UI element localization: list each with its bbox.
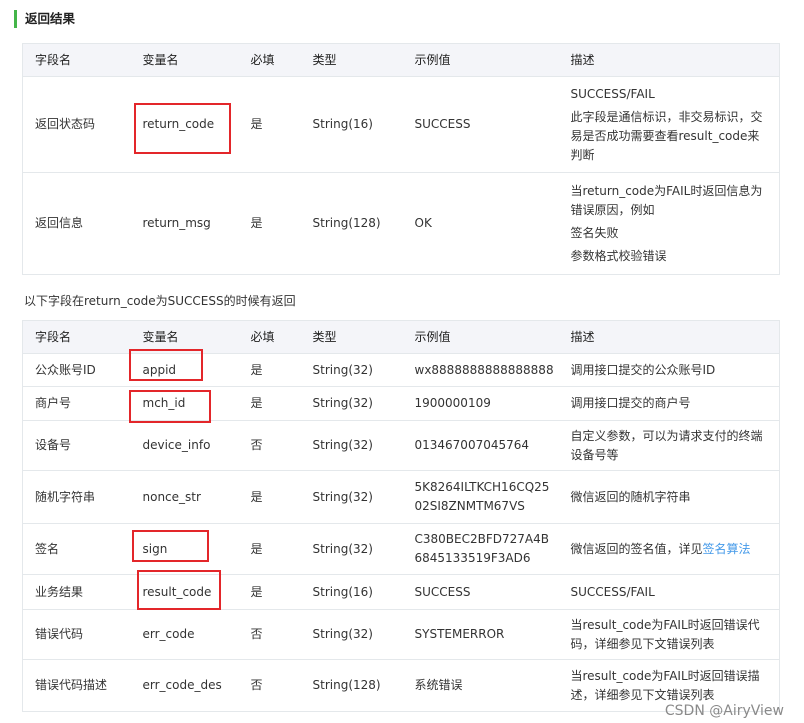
cell-required: 否 [238,420,301,471]
header-var: 变量名 [130,320,239,354]
cell-var: nonce_str [130,470,239,524]
cell-var: mch_id [130,386,239,421]
cell-example: SUCCESS [402,76,559,173]
table-row: 随机字符串 nonce_str 是 String(32) 5K8264ILTKC… [22,470,780,524]
cell-field: 业务结果 [22,574,131,610]
sign-algorithm-link[interactable]: 签名算法 [703,542,751,556]
cell-desc: SUCCESS/FAIL [558,574,780,610]
cell-field: 返回状态码 [22,76,131,173]
table-header-row: 字段名 变量名 必填 类型 示例值 描述 [22,320,780,354]
cell-desc: 当return_code为FAIL时返回信息为错误原因，例如 签名失败 参数格式… [558,172,780,275]
cell-required: 是 [238,353,301,387]
cell-type: String(128) [300,172,403,275]
desc-line: 此字段是通信标识，非交易标识，交易是否成功需要查看result_code来判断 [570,109,763,162]
cell-desc: 微信返回的随机字符串 [558,470,780,524]
header-field: 字段名 [22,320,131,354]
header-desc: 描述 [558,43,780,77]
cell-var: sign [130,523,239,575]
table-row: 错误代码 err_code 否 String(32) SYSTEMERROR 当… [22,609,780,660]
desc-line: 当return_code为FAIL时返回信息为错误原因，例如 [570,183,763,217]
cell-desc: 调用接口提交的公众账号ID [558,353,780,387]
cell-desc: 当result_code为FAIL时返回错误代码，详细参见下文错误列表 [558,609,780,660]
cell-var: device_info [130,420,239,471]
cell-example: OK [402,172,559,275]
cell-required: 是 [238,470,301,524]
table-row: 返回信息 return_msg 是 String(128) OK 当return… [22,172,780,275]
table-row: 设备号 device_info 否 String(32) 01346700704… [22,420,780,471]
cell-field: 设备号 [22,420,131,471]
cell-example: 系统错误 [402,659,559,712]
desc-text: 微信返回的签名值，详见 [570,541,703,556]
table-header-row: 字段名 变量名 必填 类型 示例值 描述 [22,43,780,77]
cell-required: 是 [238,386,301,421]
cell-example: C380BEC2BFD727A4B6845133519F3AD6 [402,523,559,575]
cell-type: String(128) [300,659,403,712]
header-required: 必填 [238,43,301,77]
cell-var: return_code [130,76,239,173]
header-required: 必填 [238,320,301,354]
cell-type: String(16) [300,76,403,173]
cell-required: 是 [238,76,301,173]
cell-example: 1900000109 [402,386,559,421]
table-row: 返回状态码 return_code 是 String(16) SUCCESS S… [22,76,780,173]
desc-line: 参数格式校验错误 [570,248,667,263]
cell-desc: SUCCESS/FAIL 此字段是通信标识，非交易标识，交易是否成功需要查看re… [558,76,780,173]
cell-required: 是 [238,172,301,275]
header-example: 示例值 [402,43,559,77]
return-result-table: 字段名 变量名 必填 类型 示例值 描述 返回状态码 return_code 是… [22,43,780,275]
header-type: 类型 [300,43,403,77]
cell-example: 5K8264ILTKCH16CQ2502SI8ZNMTM67VS [402,470,559,524]
cell-type: String(32) [300,420,403,471]
cell-field: 错误代码描述 [22,659,131,712]
cell-var: result_code [130,574,239,610]
header-field: 字段名 [22,43,131,77]
cell-field: 公众账号ID [22,353,131,387]
cell-var: return_msg [130,172,239,275]
cell-desc: 调用接口提交的商户号 [558,386,780,421]
table-row: 业务结果 result_code 是 String(16) SUCCESS SU… [22,574,780,610]
cell-example: SUCCESS [402,574,559,610]
desc-line: 签名失败 [570,225,619,240]
cell-type: String(16) [300,574,403,610]
header-type: 类型 [300,320,403,354]
success-fields-table: 字段名 变量名 必填 类型 示例值 描述 公众账号ID appid 是 Stri… [22,320,780,712]
cell-field: 签名 [22,523,131,575]
cell-var: appid [130,353,239,387]
cell-desc: 微信返回的签名值，详见签名算法 [558,523,780,575]
cell-required: 是 [238,523,301,575]
cell-type: String(32) [300,523,403,575]
cell-desc: 自定义参数，可以为请求支付的终端设备号等 [558,420,780,471]
table-row: 商户号 mch_id 是 String(32) 1900000109 调用接口提… [22,386,780,421]
cell-required: 否 [238,659,301,712]
table-row: 签名 sign 是 String(32) C380BEC2BFD727A4B68… [22,523,780,575]
section-title: 返回结果 [14,10,75,28]
table-row: 公众账号ID appid 是 String(32) wx888888888888… [22,353,780,387]
header-var: 变量名 [130,43,239,77]
cell-field: 随机字符串 [22,470,131,524]
desc-line: SUCCESS/FAIL [570,86,655,101]
header-desc: 描述 [558,320,780,354]
header-example: 示例值 [402,320,559,354]
cell-var: err_code_des [130,659,239,712]
cell-example: 013467007045764 [402,420,559,471]
cell-field: 商户号 [22,386,131,421]
cell-type: String(32) [300,353,403,387]
cell-field: 返回信息 [22,172,131,275]
cell-example: wx8888888888888888 [402,353,559,387]
cell-required: 是 [238,574,301,610]
cell-type: String(32) [300,386,403,421]
watermark: CSDN @AiryView [664,703,784,719]
cell-var: err_code [130,609,239,660]
cell-type: String(32) [300,470,403,524]
success-note: 以下字段在return_code为SUCCESS的时候有返回 [24,294,296,308]
cell-field: 错误代码 [22,609,131,660]
cell-required: 否 [238,609,301,660]
cell-type: String(32) [300,609,403,660]
cell-example: SYSTEMERROR [402,609,559,660]
